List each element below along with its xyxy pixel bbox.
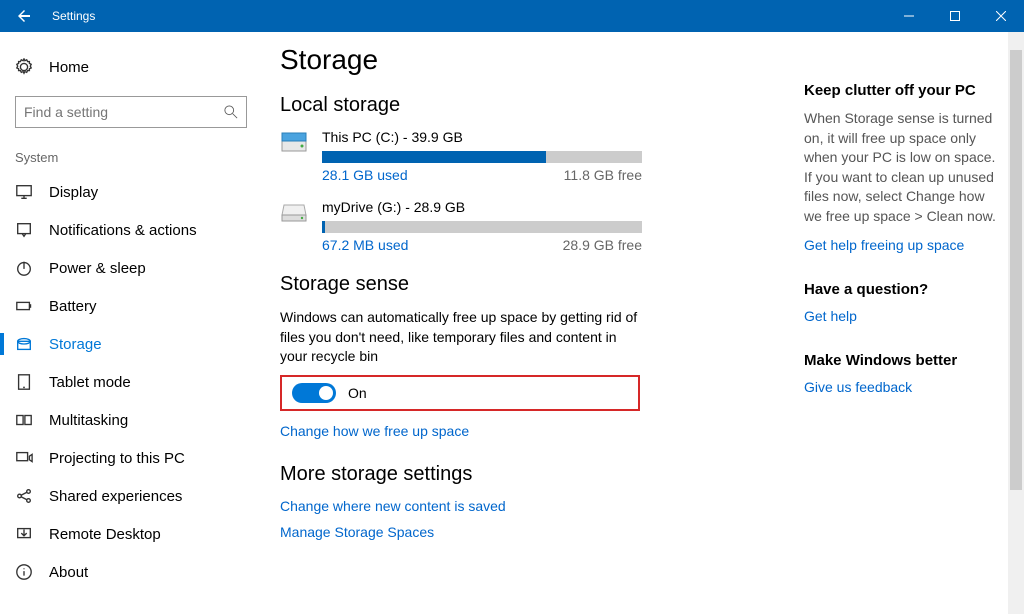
nav-multitasking[interactable]: Multitasking	[0, 401, 262, 439]
nav-projecting[interactable]: Projecting to this PC	[0, 439, 262, 477]
nav-label: Tablet mode	[49, 374, 131, 391]
drive-icon	[280, 129, 316, 183]
nav-label: Power & sleep	[49, 260, 146, 277]
notification-icon	[15, 221, 33, 239]
nav-battery[interactable]: Battery	[0, 287, 262, 325]
storage-sense-toggle[interactable]	[292, 383, 336, 403]
nav-storage[interactable]: Storage	[0, 325, 262, 363]
storage-sense-desc: Windows can automatically free up space …	[280, 308, 640, 367]
feedback-link[interactable]: Give us feedback	[804, 379, 1004, 395]
free-label: 28.9 GB free	[563, 237, 642, 253]
drive-name: This PC (C:) - 39.9 GB	[322, 129, 642, 145]
nav-label: Notifications & actions	[49, 222, 197, 239]
drive-name: myDrive (G:) - 28.9 GB	[322, 199, 642, 215]
nav-display[interactable]: Display	[0, 173, 262, 211]
projecting-icon	[15, 449, 33, 467]
nav-label: Battery	[49, 298, 97, 315]
nav-label: Storage	[49, 336, 102, 353]
storage-icon	[15, 335, 33, 353]
clutter-text: When Storage sense is turned on, it will…	[804, 109, 1004, 227]
info-icon	[15, 563, 33, 581]
nav-label: Remote Desktop	[49, 526, 161, 543]
main-content: Storage Local storage This PC (C:) - 39.…	[262, 32, 794, 614]
minimize-icon	[904, 11, 914, 21]
clutter-heading: Keep clutter off your PC	[804, 82, 1004, 99]
usage-bar	[322, 151, 642, 163]
multitasking-icon	[15, 411, 33, 429]
home-label: Home	[49, 59, 89, 76]
scrollbar-thumb[interactable]	[1010, 50, 1022, 490]
shared-icon	[15, 487, 33, 505]
nav-about[interactable]: About	[0, 553, 262, 591]
battery-icon	[15, 297, 33, 315]
search-box[interactable]	[15, 96, 247, 128]
page-title: Storage	[280, 44, 794, 76]
storage-sense-heading: Storage sense	[280, 273, 794, 296]
close-icon	[996, 11, 1006, 21]
drive-row[interactable]: myDrive (G:) - 28.9 GB 67.2 MB used 28.9…	[280, 199, 794, 253]
question-heading: Have a question?	[804, 281, 1004, 298]
get-help-link[interactable]: Get help	[804, 308, 1004, 324]
sidebar: Home System Display Notifications & acti…	[0, 32, 262, 614]
storage-sense-toggle-highlight: On	[280, 375, 640, 411]
arrow-left-icon	[16, 8, 32, 24]
window-controls	[886, 0, 1024, 32]
remote-icon	[15, 525, 33, 543]
better-heading: Make Windows better	[804, 352, 1004, 369]
free-label: 11.8 GB free	[564, 167, 642, 183]
toggle-state-label: On	[348, 385, 367, 401]
help-freeing-link[interactable]: Get help freeing up space	[804, 237, 1004, 253]
search-input[interactable]	[24, 104, 224, 120]
local-storage-heading: Local storage	[280, 94, 794, 117]
window-title: Settings	[52, 9, 95, 23]
search-icon	[224, 105, 238, 119]
nav-label: Multitasking	[49, 412, 128, 429]
power-icon	[15, 259, 33, 277]
titlebar: Settings	[0, 0, 1024, 32]
drive-icon	[280, 199, 316, 253]
usage-bar	[322, 221, 642, 233]
scrollbar[interactable]	[1008, 32, 1024, 614]
maximize-icon	[950, 11, 960, 21]
tablet-icon	[15, 373, 33, 391]
more-settings-heading: More storage settings	[280, 463, 794, 486]
nav-remote[interactable]: Remote Desktop	[0, 515, 262, 553]
right-panel: Keep clutter off your PC When Storage se…	[794, 32, 1024, 614]
nav-label: Projecting to this PC	[49, 450, 185, 467]
nav-label: About	[49, 564, 88, 581]
maximize-button[interactable]	[932, 0, 978, 32]
manage-spaces-link[interactable]: Manage Storage Spaces	[280, 524, 794, 540]
gear-icon	[15, 58, 33, 76]
used-label: 28.1 GB used	[322, 167, 408, 183]
group-system: System	[0, 142, 262, 173]
nav-label: Display	[49, 184, 98, 201]
drive-row[interactable]: This PC (C:) - 39.9 GB 28.1 GB used 11.8…	[280, 129, 794, 183]
minimize-button[interactable]	[886, 0, 932, 32]
change-content-link[interactable]: Change where new content is saved	[280, 498, 794, 514]
close-button[interactable]	[978, 0, 1024, 32]
nav-shared[interactable]: Shared experiences	[0, 477, 262, 515]
back-button[interactable]	[0, 0, 48, 32]
change-free-space-link[interactable]: Change how we free up space	[280, 423, 794, 439]
nav-notifications[interactable]: Notifications & actions	[0, 211, 262, 249]
nav-label: Shared experiences	[49, 488, 182, 505]
display-icon	[15, 183, 33, 201]
home-nav[interactable]: Home	[0, 48, 262, 86]
nav-power[interactable]: Power & sleep	[0, 249, 262, 287]
nav-tablet[interactable]: Tablet mode	[0, 363, 262, 401]
used-label: 67.2 MB used	[322, 237, 408, 253]
